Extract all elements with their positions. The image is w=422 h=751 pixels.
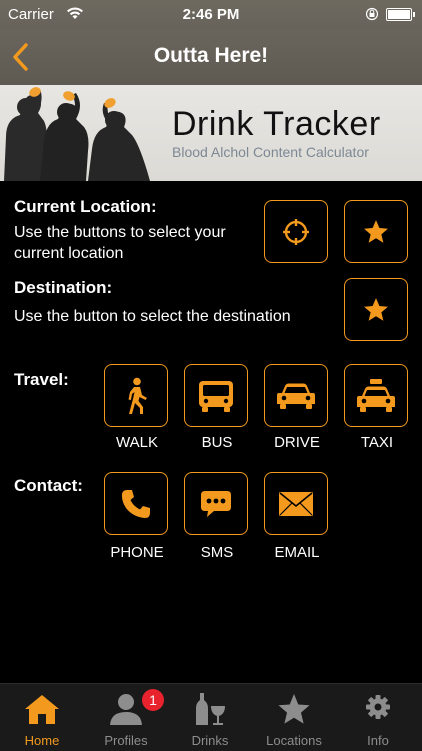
gear-icon xyxy=(366,695,390,719)
chat-bubble-icon xyxy=(201,490,231,517)
tab-profiles[interactable]: 1 Profiles xyxy=(84,684,168,751)
phone-icon xyxy=(121,489,150,518)
phone-button[interactable] xyxy=(104,472,168,535)
banner-title: Drink Tracker xyxy=(172,105,381,143)
email-caption: EMAIL xyxy=(274,544,320,561)
tab-label: Drinks xyxy=(191,733,229,748)
tab-label: Profiles xyxy=(104,733,148,748)
tab-home[interactable]: Home xyxy=(0,684,84,751)
taxi-icon xyxy=(357,378,395,412)
tab-label: Locations xyxy=(266,733,322,748)
email-button[interactable] xyxy=(264,472,328,535)
drive-caption: DRIVE xyxy=(274,434,320,451)
navigation-bar: Outta Here! xyxy=(0,30,422,85)
tab-locations[interactable]: Locations xyxy=(252,684,336,751)
drinks-icon xyxy=(196,693,225,725)
favorite-current-location-button[interactable] xyxy=(344,200,408,263)
star-icon xyxy=(278,694,310,724)
locate-me-button[interactable] xyxy=(264,200,328,263)
notification-badge: 1 xyxy=(142,689,164,711)
tab-label: Info xyxy=(367,733,389,748)
bus-button[interactable] xyxy=(184,364,248,427)
status-bar: Carrier 2:46 PM xyxy=(0,0,422,30)
walking-person-icon xyxy=(128,377,147,414)
sms-caption: SMS xyxy=(200,544,234,561)
favorite-destination-button[interactable] xyxy=(344,278,408,341)
current-location-label: Current Location: xyxy=(14,197,157,216)
star-icon xyxy=(364,219,388,243)
current-location-description: Use the buttons to select your current l… xyxy=(14,224,226,262)
star-icon xyxy=(364,297,388,321)
walk-caption: WALK xyxy=(116,434,158,451)
taxi-button[interactable] xyxy=(344,364,408,427)
bus-caption: BUS xyxy=(201,434,233,451)
home-icon xyxy=(25,695,59,724)
envelope-icon xyxy=(279,491,313,516)
drive-button[interactable] xyxy=(264,364,328,427)
battery-icon xyxy=(386,8,415,21)
header-banner: Drink Tracker Blood Alchol Content Calcu… xyxy=(0,85,422,181)
car-icon xyxy=(277,383,315,409)
page-title: Outta Here! xyxy=(153,44,269,67)
profile-icon xyxy=(110,694,142,725)
crosshair-icon xyxy=(283,218,309,245)
rotation-lock-icon xyxy=(366,7,378,21)
taxi-caption: TAXI xyxy=(360,434,394,451)
bus-icon xyxy=(199,380,233,412)
walk-button[interactable] xyxy=(104,364,168,427)
sms-button[interactable] xyxy=(184,472,248,535)
contact-label: Contact: xyxy=(14,476,83,495)
drinking-people-silhouette xyxy=(4,87,150,181)
destination-label: Destination: xyxy=(14,278,113,297)
destination-description: Use the button to select the destination xyxy=(14,308,291,325)
tab-info[interactable]: Info xyxy=(336,684,420,751)
tab-bar: Home 1 Profiles Drinks Locations Info xyxy=(0,683,422,751)
phone-caption: PHONE xyxy=(110,544,164,561)
tab-drinks[interactable]: Drinks xyxy=(168,684,252,751)
status-time: 2:46 PM xyxy=(182,6,240,23)
tab-label: Home xyxy=(24,733,60,748)
travel-label: Travel: xyxy=(14,370,69,389)
banner-subtitle: Blood Alchol Content Calculator xyxy=(172,144,369,160)
